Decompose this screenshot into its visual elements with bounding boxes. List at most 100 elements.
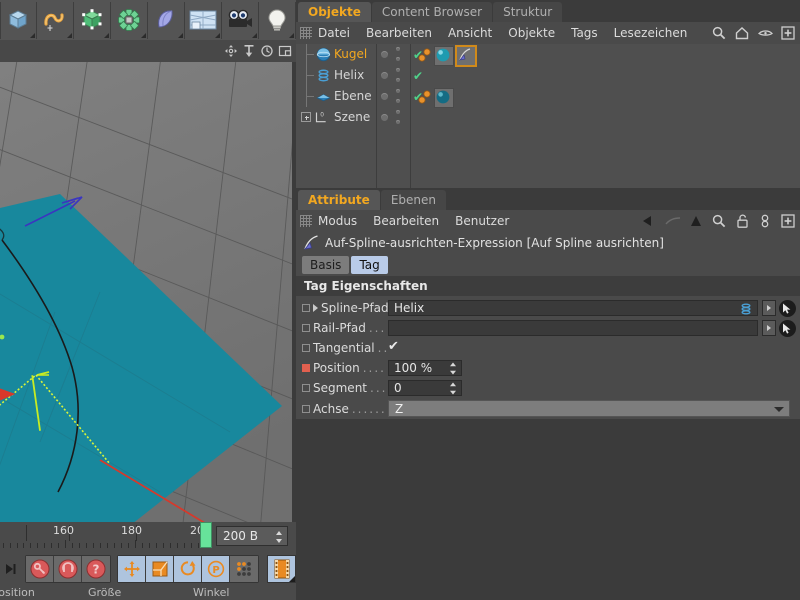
current-frame-field[interactable]: 200 B <box>216 526 288 546</box>
rotation-key-button[interactable] <box>174 556 203 582</box>
table-row[interactable]: Kugel ✔ <box>296 44 800 67</box>
tab-content-browser[interactable]: Content Browser <box>371 2 493 22</box>
tool-expand-corner[interactable] <box>141 32 146 38</box>
tool-expand-corner[interactable] <box>215 32 220 38</box>
table-row[interactable]: 0 Szene <box>296 107 800 128</box>
spline-tool[interactable] <box>37 1 74 39</box>
tool-expand-corner[interactable] <box>67 32 72 38</box>
animate-toggle[interactable] <box>302 384 310 392</box>
animate-toggle[interactable] <box>302 404 310 413</box>
panel-grip[interactable] <box>300 215 312 227</box>
link-icon[interactable] <box>757 212 773 229</box>
tab-struktur[interactable]: Struktur <box>493 2 563 22</box>
texture-tag[interactable] <box>418 89 432 107</box>
menu-bearbeiten[interactable]: Bearbeiten <box>366 26 432 40</box>
timeline-bar[interactable]: 160 180 200 B <box>0 522 296 552</box>
history-icon[interactable] <box>665 212 681 229</box>
deformer-tool[interactable] <box>111 1 148 39</box>
object-name-ebene[interactable]: Ebene <box>334 89 372 104</box>
primitive-cube-tool[interactable] <box>0 1 37 39</box>
pla-key-button[interactable]: P <box>202 556 231 582</box>
search-icon[interactable] <box>711 24 727 41</box>
eye-icon[interactable] <box>757 24 773 41</box>
home-icon[interactable] <box>734 24 750 41</box>
object-manager-list[interactable]: Kugel ✔ Helix ✔ Ebene ✔ 0 Szene <box>296 44 800 188</box>
helix-icon[interactable] <box>316 68 331 83</box>
spinner-icon[interactable] <box>275 530 283 544</box>
spline-pfad-menu-button[interactable] <box>762 300 776 316</box>
tool-expand-corner[interactable] <box>30 32 35 38</box>
panel-grip[interactable] <box>300 27 312 39</box>
rail-pfad-field[interactable] <box>388 320 758 336</box>
rail-pfad-picker-button[interactable] <box>779 319 796 337</box>
visibility-dot[interactable] <box>381 93 388 100</box>
material-tag[interactable] <box>434 88 454 108</box>
menu-tags[interactable]: Tags <box>571 26 598 40</box>
back-arrow-icon[interactable] <box>642 212 658 229</box>
subtab-tag[interactable]: Tag <box>351 256 388 274</box>
timeline-button[interactable] <box>267 555 296 583</box>
animate-toggle[interactable] <box>302 304 310 312</box>
light-tool[interactable] <box>259 1 296 39</box>
up-arrow-icon[interactable] <box>688 212 704 229</box>
position-field[interactable]: 100 % <box>388 360 462 376</box>
generator-tool[interactable] <box>74 1 111 39</box>
tab-objekte[interactable]: Objekte <box>298 2 371 22</box>
position-key-button[interactable] <box>118 556 147 582</box>
spline-pfad-picker-button[interactable] <box>779 299 796 317</box>
go-to-end-button[interactable] <box>0 556 21 582</box>
visibility-dot[interactable] <box>381 51 388 58</box>
animate-toggle-keyed[interactable] <box>302 364 310 372</box>
sphere-icon[interactable] <box>316 47 331 62</box>
spline-pfad-field[interactable]: Helix <box>388 300 758 316</box>
spinner-icon[interactable] <box>449 382 457 395</box>
expand-scene-toggle[interactable] <box>301 112 311 122</box>
timeline-ruler[interactable]: 160 180 200 <box>0 522 212 552</box>
add-icon[interactable] <box>780 212 796 229</box>
tab-attribute[interactable]: Attribute <box>298 190 380 210</box>
segment-field[interactable]: 0 <box>388 380 462 396</box>
menu-lesezeichen[interactable]: Lesezeichen <box>614 26 688 40</box>
rail-pfad-menu-button[interactable] <box>762 320 776 336</box>
keyframe-selection-button[interactable]: ? <box>82 556 111 582</box>
enabled-check[interactable]: ✔ <box>413 69 423 83</box>
scale-key-button[interactable] <box>146 556 175 582</box>
tab-ebenen[interactable]: Ebenen <box>380 190 446 210</box>
animate-toggle[interactable] <box>302 344 310 352</box>
plane-icon[interactable] <box>316 89 331 104</box>
align-to-spline-tag[interactable] <box>455 45 477 67</box>
camera-tool[interactable] <box>222 1 259 39</box>
group-title-tag-eigenschaften[interactable]: Tag Eigenschaften <box>296 276 800 296</box>
menu-modus[interactable]: Modus <box>318 214 357 228</box>
timeline-playhead[interactable] <box>200 522 212 548</box>
tool-expand-corner[interactable] <box>104 32 109 38</box>
texture-tag[interactable] <box>418 47 432 65</box>
menu-bearbeiten[interactable]: Bearbeiten <box>373 214 439 228</box>
tool-expand-corner[interactable] <box>289 32 294 38</box>
table-row[interactable]: Helix ✔ <box>296 65 800 86</box>
visibility-dot[interactable] <box>381 72 388 79</box>
table-row[interactable]: Ebene ✔ <box>296 86 800 108</box>
nurbs-tool[interactable] <box>148 1 185 39</box>
viewport-scene[interactable] <box>0 62 296 522</box>
timeline-expand-corner[interactable] <box>289 576 295 582</box>
menu-ansicht[interactable]: Ansicht <box>448 26 492 40</box>
dolly-camera-icon[interactable] <box>240 42 258 60</box>
object-name-helix[interactable]: Helix <box>334 68 364 83</box>
menu-benutzer[interactable]: Benutzer <box>455 214 509 228</box>
tangential-checkbox[interactable]: ✔ <box>388 339 399 354</box>
tool-expand-corner[interactable] <box>178 32 183 38</box>
autokeying-button[interactable] <box>54 556 83 582</box>
maximize-view-icon[interactable] <box>276 42 294 60</box>
spinner-icon[interactable] <box>449 362 457 375</box>
parameter-key-button[interactable] <box>230 556 259 582</box>
search-icon[interactable] <box>711 212 727 229</box>
object-name-kugel[interactable]: Kugel <box>334 47 367 62</box>
tool-expand-corner[interactable] <box>252 32 257 38</box>
rotate-camera-icon[interactable] <box>258 42 276 60</box>
viewport[interactable] <box>0 40 296 522</box>
animate-toggle[interactable] <box>302 324 310 332</box>
move-camera-icon[interactable] <box>222 42 240 60</box>
add-icon[interactable] <box>780 24 796 41</box>
lock-icon[interactable] <box>734 212 750 229</box>
